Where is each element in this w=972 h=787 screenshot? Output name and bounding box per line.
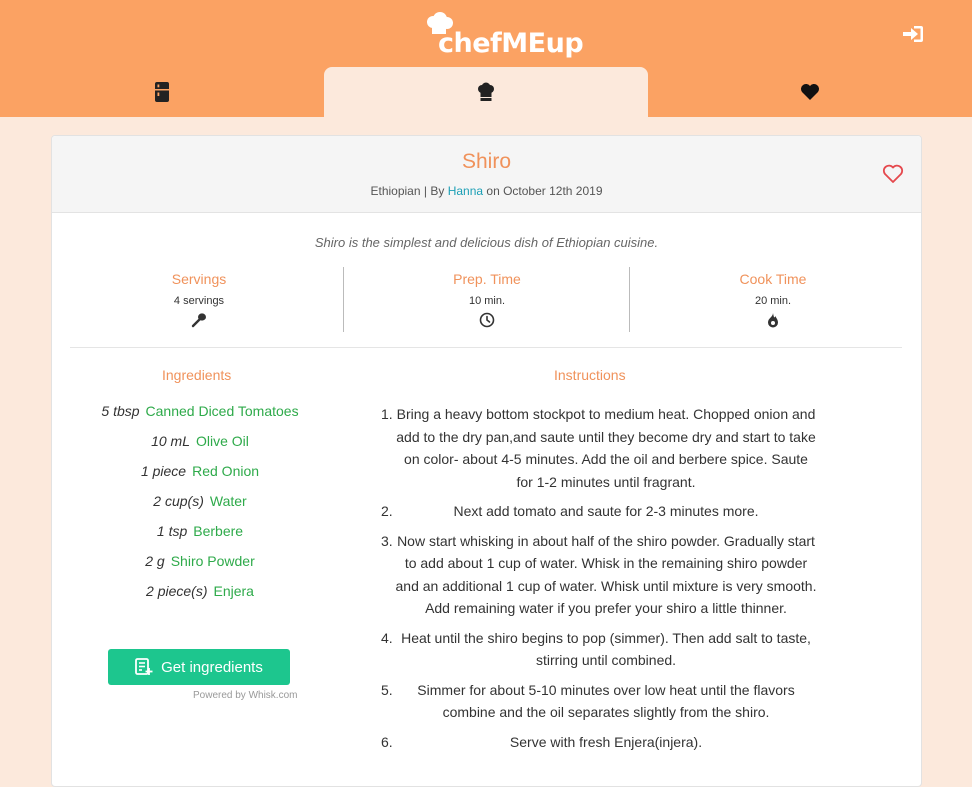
powered-by-text: Powered by Whisk.com [193,690,298,701]
instruction-step: 6. Serve with fresh Enjera(injera). [377,731,817,754]
ingredient-name: Water [209,493,247,509]
ingredient-qty: 1 tsp [156,523,188,539]
chef-hat-icon [478,82,494,101]
instruction-step: 4. Heat until the shiro begins to pop (si… [377,627,817,672]
heart-outline-icon [882,164,904,183]
ingredient-item: 1 tsp Berbere [52,523,348,553]
app-logo[interactable]: chefMEup [424,12,584,62]
spoon-icon [191,313,206,328]
instructions-heading: Instructions [554,367,626,383]
clock-icon [479,312,495,328]
recipe-card: Shiro Ethiopian | By Hanna on October 12… [51,135,922,787]
ingredient-name: Canned Diced Tomatoes [145,403,299,419]
app-header: chefMEup [0,0,972,117]
ingredient-name: Enjera [213,583,254,599]
ingredients-heading: Ingredients [162,367,232,383]
step-text: Heat until the shiro begins to pop (simm… [401,629,811,669]
step-number: 6. [381,733,393,750]
recipe-by-prefix: | By [423,184,445,198]
ingredient-name: Shiro Powder [170,553,255,569]
step-text: Bring a heavy bottom stockpot to medium … [396,406,816,490]
ingredient-item: 2 piece(s) Enjera [52,583,348,613]
ingredient-name: Red Onion [192,463,260,479]
ingredient-qty: 1 piece [140,463,187,479]
stat-label: Servings [171,271,227,287]
step-text: Serve with fresh Enjera(injera). [509,733,703,750]
ingredient-item: 5 tbsp Canned Diced Tomatoes [52,403,348,433]
ingredient-item: 2 g Shiro Powder [52,553,348,583]
step-number: 1. [381,406,393,422]
ingredient-name: Berbere [193,523,244,539]
stat-value: 10 min. [468,295,506,307]
stat-cook-time: Cook Time 20 min. [626,271,920,333]
ingredient-item: 1 piece Red Onion [52,463,348,493]
favorite-button[interactable] [882,164,904,189]
recipe-cuisine: Ethiopian [370,184,421,198]
recipe-date: on October 12th 2019 [486,184,603,198]
ingredient-item: 2 cup(s) Water [52,493,348,523]
stat-value: 4 servings [173,295,225,307]
recipe-meta: Ethiopian | By Hanna on October 12th 201… [52,184,921,198]
step-text: Next add tomato and saute for 2-3 minute… [453,503,759,519]
heart-icon [801,84,819,100]
ingredient-item: 10 mL Olive Oil [52,433,348,463]
section-divider [70,347,902,348]
recipe-header: Shiro Ethiopian | By Hanna on October 12… [52,136,921,213]
stat-value: 20 min. [754,295,792,307]
ingredient-qty: 2 piece(s) [146,583,208,599]
tab-favorites[interactable] [648,67,972,117]
ingredient-name: Olive Oil [196,433,249,449]
instruction-step: 1. Bring a heavy bottom stockpot to mediu… [377,403,817,493]
stat-servings: Servings 4 servings [52,271,346,333]
instruction-step: 2. Next add tomato and saute for 2-3 minu… [377,500,817,523]
instruction-list: 1. Bring a heavy bottom stockpot to mediu… [377,403,817,760]
recipe-title: Shiro [461,150,512,173]
tab-recipes[interactable] [324,67,648,117]
stat-prep-time: Prep. Time 10 min. [340,271,634,333]
instruction-step: 3. Now start whisking in about half of th… [377,530,817,620]
ingredient-list: 5 tbsp Canned Diced Tomatoes 10 mL Olive O… [52,403,348,613]
ingredient-qty: 10 mL [151,433,190,449]
get-ingredients-label: Get ingredients [161,658,263,676]
step-number: 5. [381,681,393,698]
fire-icon [768,313,778,328]
step-text: Simmer for about 5-10 minutes over low h… [417,681,795,721]
get-ingredients-button[interactable]: Get ingredients [108,649,290,685]
recipe-description: Shiro is the simplest and delicious dish… [314,235,659,250]
step-number: 4. [381,629,393,646]
sign-in-icon [903,26,923,42]
step-number: 2. [381,503,393,519]
stat-label: Prep. Time [453,271,521,287]
shopping-list-icon [135,658,153,675]
ingredient-qty: 2 g [145,553,165,569]
sign-in-button[interactable] [902,25,924,48]
step-number: 3. [381,532,393,549]
fridge-icon [155,82,169,102]
stat-label: Cook Time [739,271,807,287]
instruction-step: 5. Simmer for about 5-10 minutes over low… [377,679,817,724]
step-text: Now start whisking in about half of the … [395,532,817,617]
recipe-author-link[interactable]: Hanna [448,184,483,198]
app-name: chefMEup [438,28,584,59]
tab-fridge[interactable] [0,67,324,117]
ingredient-qty: 2 cup(s) [153,493,204,509]
ingredient-qty: 5 tbsp [101,403,140,419]
